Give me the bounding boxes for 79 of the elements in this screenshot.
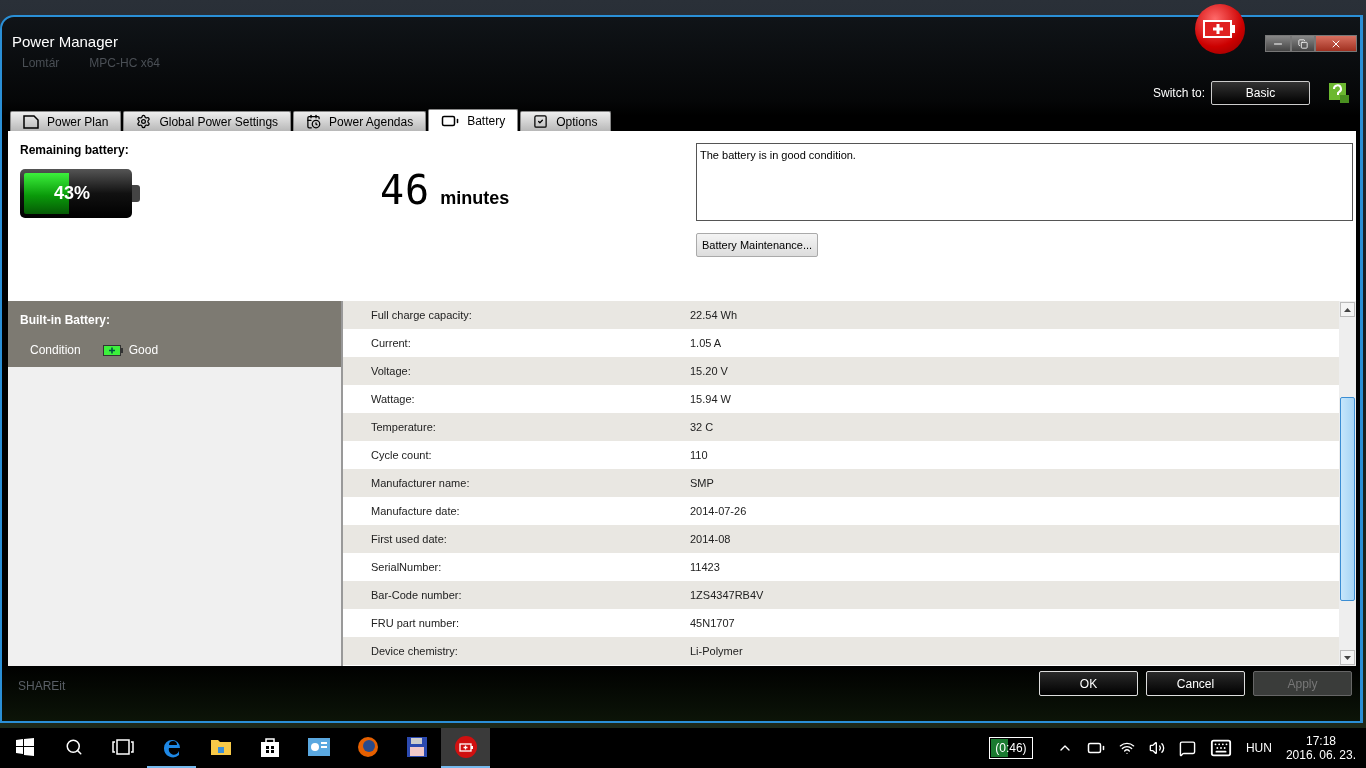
detail-value: 45N1707 (690, 617, 736, 629)
detail-value: 2014-07-26 (690, 505, 748, 517)
tab[interactable]: Power Plan (10, 111, 122, 131)
clock[interactable]: 17:18 2016. 06. 23. (1285, 734, 1356, 762)
tab[interactable]: Power Agendas (293, 111, 427, 131)
battery-percent: 43% (54, 183, 91, 204)
battery-app-icon (1195, 4, 1245, 54)
detail-value: 15.20 V (690, 365, 729, 377)
detail-label: Device chemistry: (371, 645, 459, 657)
detail-value: 22.54 Wh (690, 309, 739, 321)
window-title: Power Manager (12, 33, 119, 50)
detail-label: Voltage: (371, 365, 412, 377)
battery-status-icon (102, 344, 123, 356)
volume-icon[interactable] (1148, 740, 1165, 756)
restore-icon (1298, 38, 1308, 49)
detail-label: Full charge capacity: (371, 309, 473, 321)
battery-time-indicator[interactable]: (0:46) (988, 737, 1033, 759)
battery-maintenance-button[interactable]: Battery Maintenance... (696, 233, 819, 257)
remaining-battery-heading: Remaining battery: (20, 143, 130, 157)
detail-value: Li-Polymer (690, 645, 744, 657)
control-panel-icon (307, 738, 330, 756)
detail-value: 32 C (690, 421, 715, 433)
desktop-icon-label: Lomtár (22, 56, 60, 70)
switch-to-label: Switch to: (1152, 85, 1205, 100)
battery-terminal (132, 185, 140, 202)
scroll-thumb[interactable] (1340, 397, 1355, 601)
dialog-button[interactable]: OK (1039, 671, 1138, 696)
detail-label: Temperature: (371, 421, 437, 433)
task-view-icon (111, 739, 134, 755)
battery-list-heading: Built-in Battery: (20, 313, 111, 327)
detail-label: Bar-Code number: (371, 589, 463, 601)
notification-icon[interactable] (1178, 739, 1196, 757)
calendar-clock-icon (306, 114, 322, 129)
detail-value: 1.05 A (690, 337, 723, 349)
scrollbar[interactable] (1339, 301, 1356, 666)
wifi-icon[interactable] (1118, 740, 1135, 756)
detail-label: Cycle count: (371, 449, 433, 461)
tab[interactable]: Options (520, 111, 611, 131)
detail-label: Manufacturer name: (371, 477, 471, 489)
remaining-time: 46 (380, 167, 431, 213)
page-icon (23, 114, 39, 129)
detail-label: Manufacture date: (371, 505, 461, 517)
detail-value: 11423 (690, 561, 721, 573)
detail-value: 15.94 W (690, 393, 732, 405)
detail-value: 110 (690, 449, 709, 461)
detail-value: 1ZS4347RB4V (690, 589, 765, 601)
tab[interactable]: Global Power Settings (123, 111, 292, 131)
basic-mode-button[interactable]: Basic (1211, 80, 1310, 105)
tab[interactable]: Battery (428, 109, 519, 131)
battery-app-icon (453, 735, 478, 759)
checkbox-icon (533, 114, 549, 129)
condition-label: Condition (30, 343, 81, 357)
status-message-box: The battery is in good condition. (696, 143, 1353, 221)
detail-label: FRU part number: (371, 617, 461, 629)
minimize-button[interactable] (1265, 35, 1291, 52)
search-icon (64, 738, 83, 756)
firefox-icon (356, 736, 379, 758)
condition-status: Good (128, 343, 159, 357)
help-icon[interactable] (1328, 81, 1350, 104)
detail-label: Wattage: (371, 393, 416, 405)
detail-value: SMP (690, 477, 715, 489)
detail-value: 2014-08 (690, 533, 732, 545)
folder-icon (209, 738, 232, 756)
time-unit: minutes (440, 188, 510, 209)
language-indicator[interactable]: HUN (1245, 741, 1272, 755)
restore-button[interactable] (1291, 35, 1315, 52)
detail-label: First used date: (371, 533, 448, 545)
keyboard-icon[interactable] (1209, 737, 1232, 759)
detail-label: SerialNumber: (371, 561, 443, 573)
scroll-down-icon[interactable] (1340, 650, 1355, 665)
taskbar-app-button[interactable] (441, 728, 490, 768)
shopping-bag-icon (259, 736, 280, 758)
desktop-icon-label: MPC-HC x64 (89, 56, 161, 70)
settings-icon (136, 114, 152, 129)
desktop-icon-label: SHAREit (18, 679, 66, 693)
scroll-up-icon[interactable] (1340, 302, 1355, 317)
windows-logo-icon (15, 738, 34, 756)
dialog-button[interactable]: Cancel (1146, 671, 1245, 696)
detail-label: Current: (371, 337, 412, 349)
